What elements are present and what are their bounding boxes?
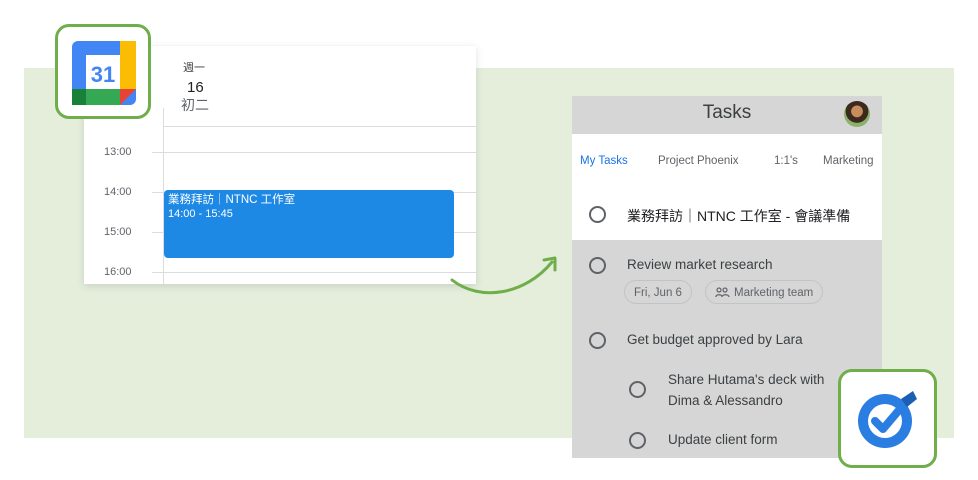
subtask-title-line2[interactable]: Dima & Alessandro — [668, 393, 783, 408]
subtask-checkbox[interactable] — [629, 432, 646, 449]
tab-one-on-ones[interactable]: 1:1's — [774, 155, 798, 167]
assignee-chip[interactable]: Marketing team — [705, 280, 824, 304]
time-label: 13:00 — [104, 146, 132, 158]
tab-marketing[interactable]: Marketing — [823, 155, 874, 167]
grid-tick — [152, 272, 163, 273]
task-checkbox[interactable] — [589, 257, 606, 274]
time-label: 15:00 — [104, 226, 132, 238]
day-of-week: 週一 — [183, 62, 205, 74]
lunar-date: 初二 — [181, 97, 209, 113]
calendar-event[interactable]: 業務拜訪｜NTNC 工作室 14:00 - 15:45 — [164, 190, 454, 258]
event-title: 業務拜訪｜NTNC 工作室 — [168, 194, 296, 206]
avatar[interactable] — [844, 101, 870, 127]
tasks-icon — [858, 391, 917, 448]
group-icon — [715, 287, 730, 298]
grid-tick — [152, 152, 163, 153]
task-title: 業務拜訪｜NTNC 工作室 - 會議準備 — [627, 208, 851, 224]
subtask-checkbox[interactable] — [629, 381, 646, 398]
tab-my-tasks[interactable]: My Tasks — [580, 155, 628, 167]
tasks-panel: Tasks My Tasks Project Phoenix 1:1's Mar… — [572, 96, 882, 458]
tasks-logo-frame — [838, 369, 937, 468]
subtask-title[interactable]: Update client form — [668, 432, 778, 447]
tasks-tab-bar: My Tasks Project Phoenix 1:1's Marketing — [572, 134, 882, 176]
time-label: 14:00 — [104, 186, 132, 198]
event-time: 14:00 - 15:45 — [168, 208, 233, 220]
tasks-title: Tasks — [702, 102, 752, 123]
grid-line — [163, 126, 476, 127]
grid-line — [163, 272, 476, 273]
grid-tick — [152, 232, 163, 233]
due-date-chip[interactable]: Fri, Jun 6 — [624, 280, 692, 304]
highlighted-task[interactable]: 業務拜訪｜NTNC 工作室 - 會議準備 — [572, 176, 882, 240]
day-number[interactable]: 16 — [187, 79, 204, 96]
task-title[interactable]: Get budget approved by Lara — [627, 332, 803, 347]
grid-tick — [152, 192, 163, 193]
task-title[interactable]: Review market research — [627, 257, 773, 272]
arrow-icon — [450, 256, 557, 295]
task-checkbox[interactable] — [589, 206, 606, 223]
grid-line — [163, 152, 476, 153]
task-checkbox[interactable] — [589, 332, 606, 349]
tab-project-phoenix[interactable]: Project Phoenix — [658, 155, 739, 167]
calendar-icon: 31 — [72, 41, 136, 105]
time-label: 16:00 — [104, 266, 132, 278]
assignee-chip-label: Marketing team — [734, 287, 814, 299]
subtask-title-line1[interactable]: Share Hutama's deck with — [668, 372, 824, 387]
calendar-logo-text: 31 — [91, 62, 115, 87]
calendar-logo-frame: 31 — [55, 24, 151, 119]
